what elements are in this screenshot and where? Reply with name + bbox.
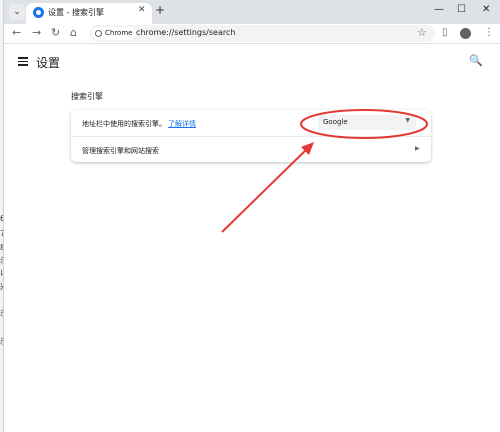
side-panel-icon[interactable]: ▯ (442, 27, 448, 38)
tab-strip: ⌄ 设置 - 搜索引擎 ✕ + — ☐ ✕ (4, 0, 500, 24)
tab-search-button[interactable]: ⌄ (9, 4, 25, 20)
row-label: 地址栏中使用的搜索引擎。 了解详情 (82, 119, 196, 129)
search-engine-dropdown[interactable]: Google ▼ (318, 115, 416, 130)
home-button[interactable]: ⌂ (70, 26, 77, 39)
tab-title: 设置 - 搜索引擎 (48, 8, 104, 17)
close-window-button[interactable]: ✕ (482, 4, 490, 15)
dropdown-selected-value: Google (323, 118, 348, 126)
site-info-chip[interactable]: Chrome (92, 27, 138, 40)
page-title: 设置 (36, 56, 61, 70)
tab-close-icon[interactable]: ✕ (138, 5, 146, 15)
bookmark-star-icon[interactable]: ☆ (417, 26, 427, 39)
site-chip-label: Chrome (105, 29, 133, 37)
toolbar: ← → ↻ ⌂ Chrome chrome://settings/search … (4, 24, 500, 44)
manage-engines-label: 管理搜索引擎和网站搜索 (82, 147, 159, 155)
back-button[interactable]: ← (12, 26, 21, 39)
settings-page: 设置 🔍 搜索引擎 地址栏中使用的搜索引擎。 了解详情 Google ▼ 管理搜索… (4, 45, 500, 432)
manage-search-engines-row[interactable]: 管理搜索引擎和网站搜索 ▶ (71, 136, 431, 162)
new-tab-button[interactable]: + (155, 3, 165, 17)
menu-icon[interactable]: ⋮ (484, 27, 494, 38)
hamburger-menu-icon[interactable] (18, 57, 28, 68)
settings-icon (33, 7, 44, 18)
chevron-right-icon: ▶ (415, 145, 420, 152)
address-bar[interactable]: Chrome chrome://settings/search ☆ (90, 25, 435, 42)
url-text[interactable]: chrome://settings/search (136, 28, 235, 37)
learn-more-link[interactable]: 了解详情 (168, 120, 196, 128)
chrome-icon (95, 30, 102, 37)
section-title: 搜索引擎 (71, 92, 103, 101)
reload-button[interactable]: ↻ (51, 26, 60, 39)
address-bar-engine-row: 地址栏中使用的搜索引擎。 了解详情 Google ▼ (71, 110, 431, 136)
search-engine-card: 地址栏中使用的搜索引擎。 了解详情 Google ▼ 管理搜索引擎和网站搜索 ▶ (71, 110, 431, 162)
profile-avatar-icon[interactable] (460, 28, 471, 39)
address-bar-engine-label: 地址栏中使用的搜索引擎。 (82, 120, 166, 128)
search-icon[interactable]: 🔍 (469, 54, 483, 67)
forward-button[interactable]: → (32, 26, 41, 39)
maximize-button[interactable]: ☐ (457, 4, 466, 15)
minimize-button[interactable]: — (434, 4, 444, 15)
chevron-down-icon: ▼ (405, 117, 410, 124)
tab-settings-search[interactable]: 设置 - 搜索引擎 ✕ (26, 3, 152, 24)
chrome-window: ⌄ 设置 - 搜索引擎 ✕ + — ☐ ✕ ← → ↻ ⌂ Chrome chr… (3, 0, 500, 432)
